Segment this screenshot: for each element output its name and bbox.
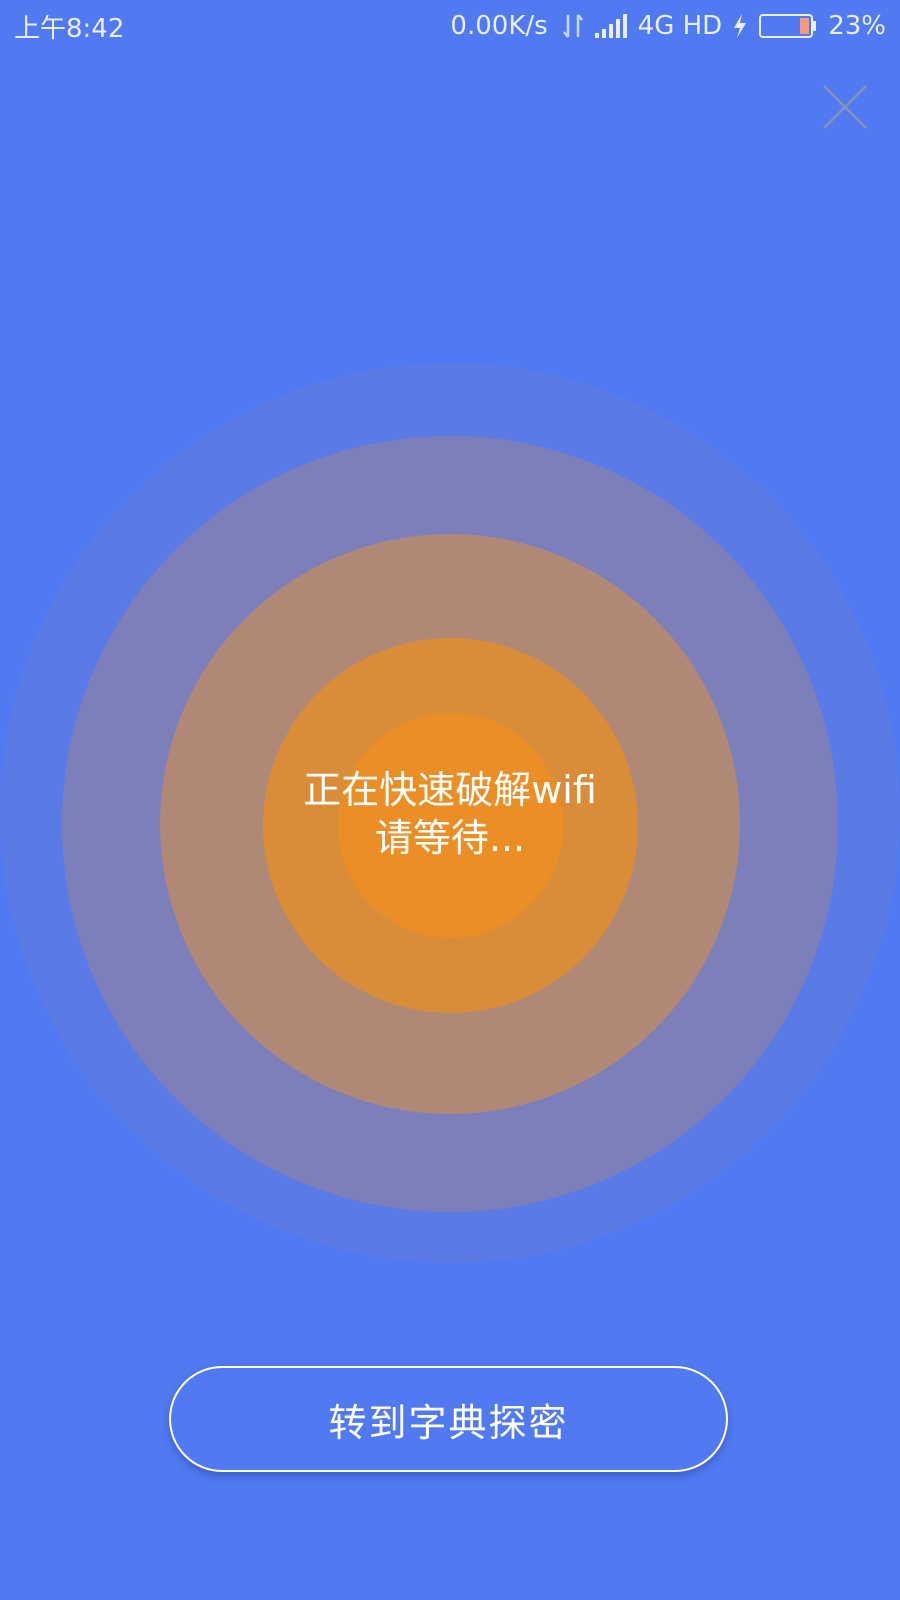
updown-icon: [562, 14, 583, 38]
close-icon: [823, 85, 867, 129]
status-time: 上午8:42: [14, 14, 125, 44]
radar-animation: 正在快速破解wifi 请等待...: [0, 363, 900, 1263]
cracking-status-text: 正在快速破解wifi 请等待...: [0, 766, 900, 862]
status-bar: 上午8:42 0.00K/s 4G HD 23%: [0, 0, 900, 52]
bolt-icon: [734, 14, 747, 38]
battery-icon: [759, 14, 817, 38]
battery-level: 23%: [828, 11, 886, 41]
cracking-line-1: 正在快速破解wifi: [303, 768, 597, 812]
dictionary-crack-button[interactable]: 转到字典探密: [169, 1366, 728, 1472]
signal-icon: [594, 14, 627, 38]
network-type: 4G HD: [637, 11, 723, 41]
close-button[interactable]: [818, 80, 872, 134]
cracking-line-2: 请等待...: [374, 816, 526, 860]
net-speed: 0.00K/s: [450, 11, 548, 41]
status-indicators: 0.00K/s 4G HD 23%: [450, 8, 886, 44]
